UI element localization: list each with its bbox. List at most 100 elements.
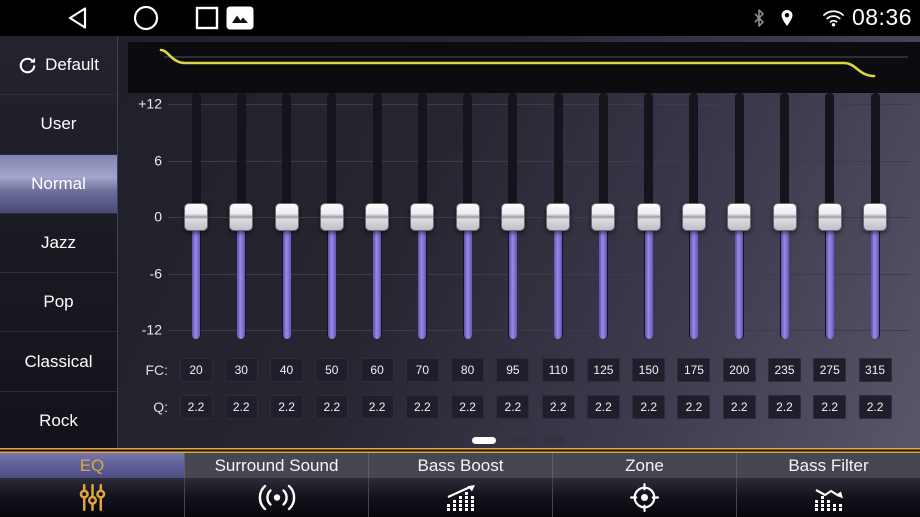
slider-handle[interactable] xyxy=(500,203,525,231)
sidebar-item-classical[interactable]: Classical xyxy=(0,332,117,392)
fc-value-box[interactable]: 175 xyxy=(677,358,711,382)
page-dot[interactable] xyxy=(472,437,496,444)
q-value-box[interactable]: 2.2 xyxy=(586,395,620,419)
eq-band-slider[interactable] xyxy=(454,36,482,396)
eq-band-slider[interactable] xyxy=(544,36,572,396)
q-value-box[interactable]: 2.2 xyxy=(315,395,349,419)
fc-value-box[interactable]: 110 xyxy=(541,358,575,382)
fc-value-box[interactable]: 150 xyxy=(632,358,666,382)
slider-track-fill xyxy=(508,217,517,339)
fc-value-box[interactable]: 60 xyxy=(360,358,394,382)
fc-value-box[interactable]: 20 xyxy=(179,358,213,382)
tab-bass-boost[interactable]: Bass Boost xyxy=(368,453,552,478)
eq-band-slider[interactable] xyxy=(680,36,708,396)
eq-band-slider[interactable] xyxy=(182,36,210,396)
sidebar-item-jazz[interactable]: Jazz xyxy=(0,214,117,274)
slider-handle[interactable] xyxy=(681,203,706,231)
tab-bass-filter[interactable]: Bass Filter xyxy=(736,453,920,478)
sidebar-item-pop[interactable]: Pop xyxy=(0,273,117,333)
fc-value-box[interactable]: 95 xyxy=(496,358,530,382)
q-value-box[interactable]: 2.2 xyxy=(858,395,892,419)
eq-band-slider[interactable] xyxy=(861,36,889,396)
q-value-box[interactable]: 2.2 xyxy=(677,395,711,419)
fc-value-box[interactable]: 50 xyxy=(315,358,349,382)
slider-handle[interactable] xyxy=(591,203,616,231)
slider-handle[interactable] xyxy=(410,203,435,231)
tab-eq[interactable]: EQ xyxy=(0,453,184,478)
sidebar-item-normal[interactable]: Normal xyxy=(0,154,117,214)
q-value-box[interactable]: 2.2 xyxy=(360,395,394,419)
q-value-box[interactable]: 2.2 xyxy=(541,395,575,419)
sidebar-item-default[interactable]: Default xyxy=(0,36,117,96)
tab-icon-cell-eq[interactable] xyxy=(0,478,184,517)
eq-band-slider[interactable] xyxy=(771,36,799,396)
q-value-box[interactable]: 2.2 xyxy=(768,395,801,419)
screenshot-gallery-button[interactable] xyxy=(226,6,254,30)
slider-handle[interactable] xyxy=(636,203,661,231)
slider-handle[interactable] xyxy=(319,203,344,231)
fc-row-label: FC: xyxy=(145,362,168,378)
eq-band-slider[interactable] xyxy=(499,36,527,396)
slider-handle[interactable] xyxy=(455,203,480,231)
q-value-box[interactable]: 2.2 xyxy=(632,395,666,419)
sidebar-item-rock[interactable]: Rock xyxy=(0,392,117,450)
fc-value-box[interactable]: 70 xyxy=(405,358,439,382)
fc-value-box[interactable]: 275 xyxy=(813,358,847,382)
home-button[interactable] xyxy=(133,5,159,31)
fc-value-box[interactable]: 200 xyxy=(722,358,756,382)
q-value-box[interactable]: 2.2 xyxy=(496,395,530,419)
sidebar-item-label: Pop xyxy=(43,292,74,312)
back-button[interactable] xyxy=(66,6,88,30)
bass-filter-icon xyxy=(812,483,846,513)
sidebar-item-label: Normal xyxy=(31,173,86,193)
q-value-box[interactable]: 2.2 xyxy=(722,395,756,419)
page-dot[interactable] xyxy=(542,437,566,444)
fc-value-box[interactable]: 40 xyxy=(270,358,304,382)
page-dot[interactable] xyxy=(507,437,531,444)
slider-handle[interactable] xyxy=(546,203,571,231)
slider-handle[interactable] xyxy=(229,203,254,231)
slider-handle[interactable] xyxy=(184,203,208,231)
q-value-box[interactable]: 2.2 xyxy=(451,395,485,419)
q-value-box[interactable]: 2.2 xyxy=(179,395,213,419)
tab-surround-sound[interactable]: Surround Sound xyxy=(184,453,368,478)
tab-icon-cell-zone[interactable] xyxy=(552,478,736,517)
q-value-box[interactable]: 2.2 xyxy=(270,395,304,419)
tab-icon-cell-bass-filter[interactable] xyxy=(736,478,920,517)
slider-track-fill xyxy=(825,217,834,339)
sidebar-item-user[interactable]: User xyxy=(0,95,117,155)
surround-sound-icon xyxy=(256,484,298,511)
sidebar-item-label: Classical xyxy=(24,351,93,371)
fc-value-box[interactable]: 235 xyxy=(768,358,801,382)
eq-band-slider[interactable] xyxy=(363,36,391,396)
eq-band-slider[interactable] xyxy=(589,36,617,396)
slider-handle[interactable] xyxy=(863,203,888,231)
recents-button[interactable] xyxy=(195,6,219,30)
eq-band-slider[interactable] xyxy=(408,36,436,396)
bluetooth-icon xyxy=(753,9,765,27)
fc-value-box[interactable]: 315 xyxy=(858,358,892,382)
db-scale-label: +12 xyxy=(138,95,162,112)
eq-band-slider[interactable] xyxy=(816,36,844,396)
db-scale-label: -6 xyxy=(149,265,162,282)
fc-value-box[interactable]: 30 xyxy=(224,358,258,382)
q-value-box[interactable]: 2.2 xyxy=(224,395,258,419)
slider-handle[interactable] xyxy=(727,203,752,231)
slider-handle[interactable] xyxy=(772,203,797,231)
tab-icon-cell-bass-boost[interactable] xyxy=(368,478,552,517)
slider-handle[interactable] xyxy=(817,203,842,231)
tab-icon-cell-surround-sound[interactable] xyxy=(184,478,368,517)
eq-band-slider[interactable] xyxy=(635,36,663,396)
q-value-box[interactable]: 2.2 xyxy=(405,395,439,419)
eq-band-slider[interactable] xyxy=(725,36,753,396)
fc-value-box[interactable]: 125 xyxy=(586,358,620,382)
slider-handle[interactable] xyxy=(365,203,390,231)
slider-handle[interactable] xyxy=(274,203,299,231)
eq-band-slider[interactable] xyxy=(227,36,255,396)
q-value-box[interactable]: 2.2 xyxy=(813,395,847,419)
location-icon xyxy=(780,9,794,27)
eq-band-slider[interactable] xyxy=(273,36,301,396)
eq-band-slider[interactable] xyxy=(318,36,346,396)
tab-zone[interactable]: Zone xyxy=(552,453,736,478)
fc-value-box[interactable]: 80 xyxy=(451,358,485,382)
